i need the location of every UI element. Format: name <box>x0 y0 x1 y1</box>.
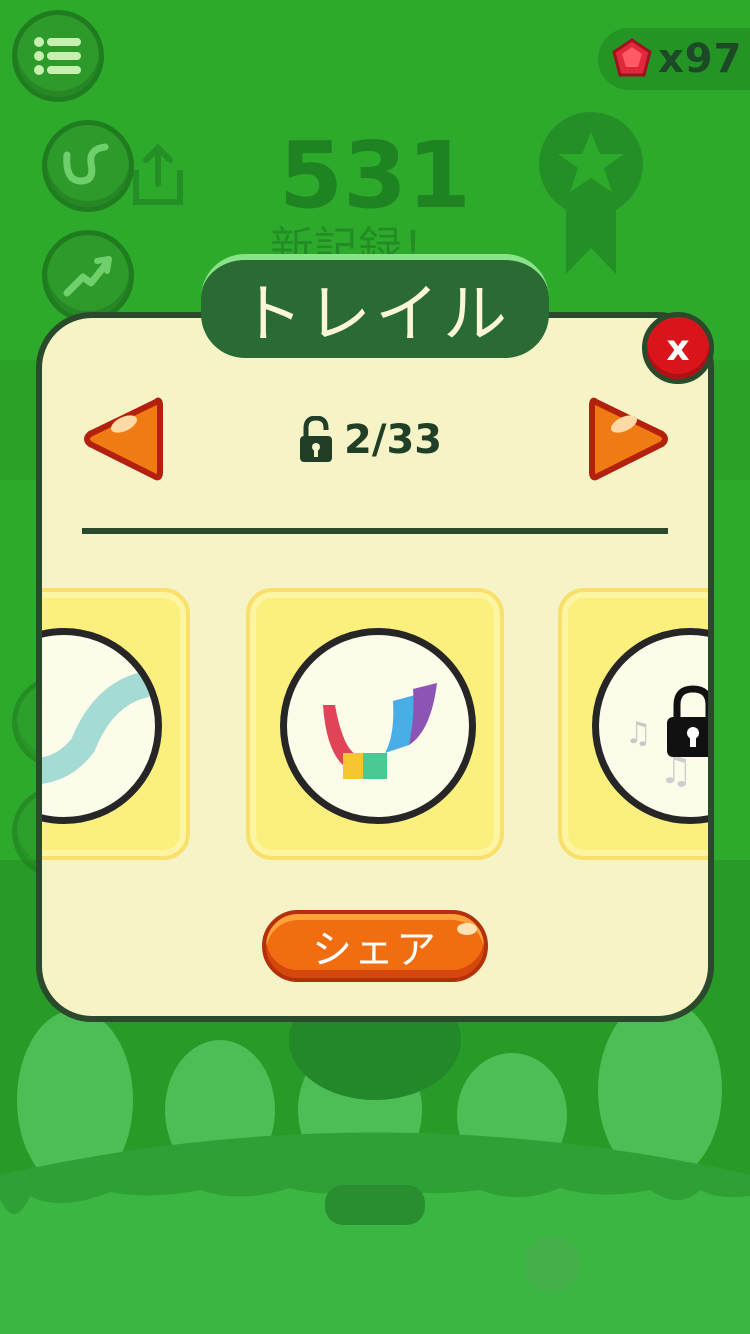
dialog-title-tab: トレイル <box>201 254 549 358</box>
arrow-left-icon <box>84 397 163 481</box>
dialog-title: トレイル <box>239 278 511 352</box>
divider <box>82 528 668 534</box>
trail-preview <box>280 628 476 824</box>
teal-trail-icon <box>42 672 155 784</box>
chart-up-icon <box>63 256 112 297</box>
svg-text:♫: ♫ <box>625 716 652 751</box>
gem-counter: x97 <box>598 28 750 90</box>
star-ribbon-icon <box>539 112 643 274</box>
trail-card[interactable] <box>42 588 190 860</box>
gem-count: x97 <box>658 36 743 82</box>
trail-preview: ♫ ♫ <box>592 628 708 824</box>
menu-button[interactable] <box>12 10 104 102</box>
trail-card-selected[interactable] <box>246 588 504 860</box>
trail-card-locked[interactable]: ♫ ♫ <box>558 588 708 860</box>
button-shine <box>457 923 477 935</box>
close-icon: x <box>666 327 690 369</box>
arrow-right-icon <box>589 397 668 481</box>
next-button[interactable] <box>588 394 670 484</box>
close-button[interactable]: x <box>642 312 714 384</box>
stats-button[interactable] <box>42 230 134 322</box>
unlock-icon <box>300 416 332 462</box>
share-label: シェア <box>312 927 438 973</box>
trail-counter-text: 2/33 <box>344 417 443 463</box>
trail-preview <box>42 628 162 824</box>
red-gem-icon <box>612 38 652 77</box>
trail-carousel[interactable]: ♫ ♫ <box>42 580 708 870</box>
prev-button[interactable] <box>82 394 164 484</box>
rainbow-trail-icon <box>323 683 437 779</box>
share-button[interactable]: シェア <box>262 910 488 982</box>
menu-list-icon <box>34 37 81 75</box>
trail-counter: 2/33 <box>298 414 442 466</box>
lock-icon <box>667 685 708 757</box>
